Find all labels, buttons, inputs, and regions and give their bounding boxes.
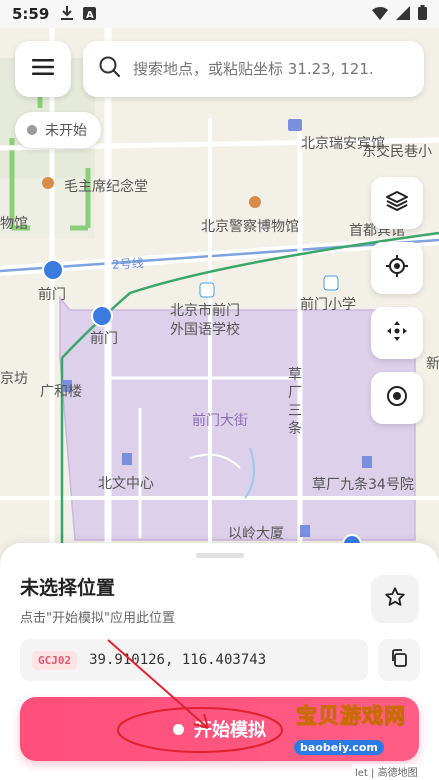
download-icon — [61, 5, 74, 24]
search-input[interactable] — [133, 60, 423, 78]
simulation-status-chip: 未开始 — [15, 112, 101, 148]
copy-coords-button[interactable] — [378, 639, 420, 681]
layers-button[interactable] — [371, 177, 423, 229]
map-label-caochang-34: 草厂九条34号院 — [312, 477, 414, 493]
map-label-qianmen-school-2: 外国语学校 — [170, 322, 240, 338]
search-icon — [99, 56, 121, 82]
map-label-jingfang: 京坊 — [0, 371, 28, 387]
menu-button[interactable] — [15, 41, 71, 97]
map-label-dongjiaominxiang: 东交民巷小 — [362, 144, 432, 160]
start-simulation-button[interactable]: 开始模拟 — [20, 697, 419, 761]
coordinate-text: 39.910126, 116.403743 — [89, 652, 267, 668]
menu-icon — [32, 59, 54, 79]
map-label-qianmen-1: 前门 — [38, 287, 66, 303]
move-icon — [385, 319, 409, 347]
map-label-line2: 2号线 — [111, 256, 145, 272]
simulation-status-label: 未开始 — [45, 123, 87, 139]
svg-text:A: A — [86, 10, 94, 20]
map-label-guanghelou: 广和楼 — [40, 384, 82, 400]
map-label-qianmen-street: 前门大街 — [192, 413, 248, 429]
battery-icon — [418, 4, 427, 24]
map-label-mausoleum: 毛主席纪念堂 — [64, 179, 148, 195]
location-bottom-sheet: 未选择位置 点击"开始模拟"应用此位置 GCJ02 39.910126, 116… — [0, 543, 439, 780]
start-simulation-label: 开始模拟 — [194, 720, 266, 741]
coordinate-display: GCJ02 39.910126, 116.403743 — [20, 639, 368, 681]
start-dot-icon — [173, 723, 184, 735]
move-button[interactable] — [371, 307, 423, 359]
status-dot — [27, 125, 37, 135]
favorite-button[interactable] — [371, 575, 419, 623]
map-label-museum-left: 物馆 — [0, 216, 28, 232]
target-icon — [385, 384, 409, 412]
target-button[interactable] — [371, 372, 423, 424]
search-bar[interactable] — [83, 41, 424, 97]
map-label-yiling: 以岭大厦 — [228, 526, 284, 542]
gps-locate-icon — [385, 254, 409, 282]
copy-icon — [390, 649, 408, 671]
map-attribution[interactable]: let | 高德地图 — [352, 764, 421, 779]
coord-system-badge: GCJ02 — [32, 650, 78, 670]
map-label-police-museum: 北京警察博物馆 — [201, 219, 299, 235]
map-label-beiwen-center: 北文中心 — [98, 476, 154, 492]
app-a-icon: A — [83, 5, 97, 24]
location-title: 未选择位置 — [20, 577, 116, 599]
wifi-icon — [372, 5, 388, 24]
location-subtitle: 点击"开始模拟"应用此位置 — [20, 611, 175, 626]
map-label-qianmen-2: 前门 — [90, 331, 118, 347]
signal-icon — [396, 5, 410, 24]
map-label-qianmen-primary: 前门小学 — [300, 297, 356, 313]
map-label-xin: 新 — [426, 356, 439, 372]
layers-icon — [385, 189, 409, 217]
status-bar: 5:59 A — [0, 0, 439, 28]
map-label-caochang-santiao: 草厂三条 — [288, 367, 302, 437]
gps-locate-button[interactable] — [371, 242, 423, 294]
status-time: 5:59 — [12, 5, 50, 23]
map-label-qianmen-school-1: 北京市前门 — [170, 303, 240, 319]
star-icon — [384, 586, 406, 612]
sheet-drag-handle[interactable] — [196, 553, 244, 558]
